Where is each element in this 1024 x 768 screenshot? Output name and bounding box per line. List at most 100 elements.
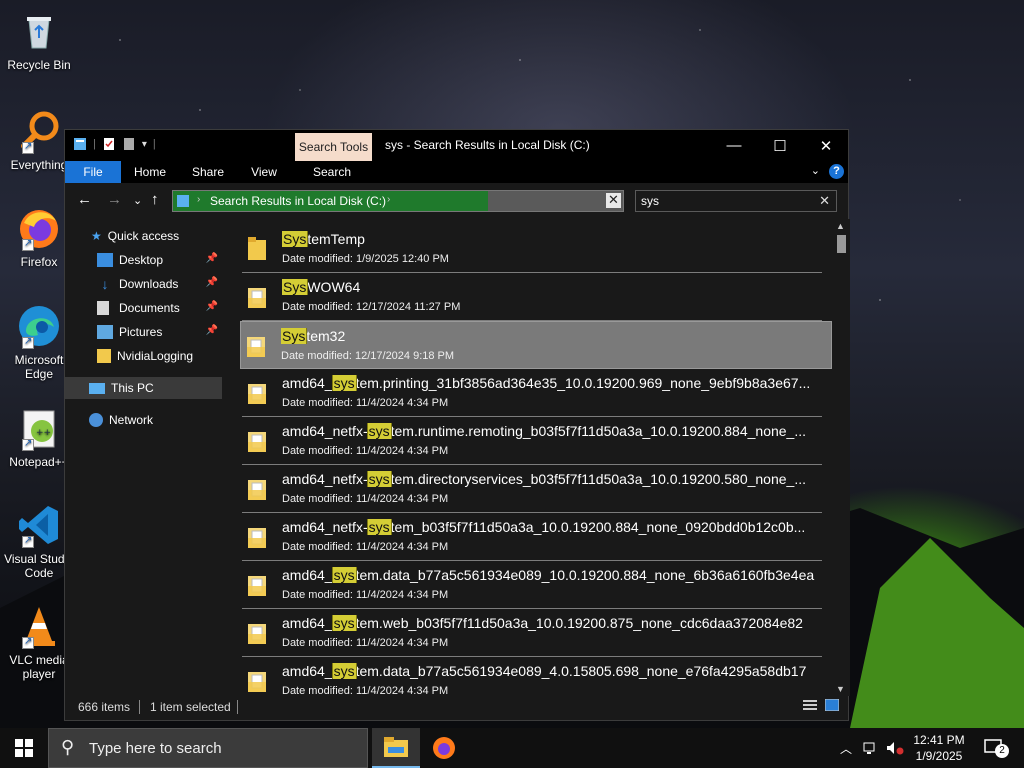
address-path: Search Results in Local Disk (C:) (210, 194, 387, 208)
show-hidden-icons-chevron-icon[interactable]: ︿ (836, 728, 856, 768)
notification-count-badge: 2 (995, 744, 1009, 758)
scrollbar-thumb[interactable] (837, 235, 846, 253)
expand-ribbon-icon[interactable]: ⌄ (811, 164, 820, 177)
customize-toolbar-icon[interactable]: ▾ (142, 139, 147, 150)
vscode-icon (16, 502, 62, 548)
result-row[interactable]: amd64_system.web_b03f5f7f11d50a3a_10.0.1… (242, 609, 822, 657)
result-name-prefix: amd64_ (282, 615, 333, 631)
back-arrow-icon[interactable]: ← (77, 191, 92, 208)
address-bar[interactable]: › Search Results in Local Disk (C:) › ✕ (172, 190, 624, 212)
folder-with-document-icon (247, 620, 267, 646)
sidebar-item-network[interactable]: Network (65, 409, 222, 431)
scroll-down-icon[interactable]: ▼ (836, 684, 845, 694)
result-date-modified: Date modified: 11/4/2024 4:34 PM (282, 637, 449, 649)
file-explorer-icon (384, 737, 408, 757)
new-folder-icon[interactable] (122, 137, 136, 151)
start-button[interactable] (0, 728, 48, 768)
clear-search-icon[interactable]: ✕ (819, 193, 830, 209)
action-center-button[interactable]: 2 (978, 728, 1012, 768)
sidebar-item-this-pc[interactable]: This PC (65, 377, 222, 399)
tab-view[interactable]: View (241, 161, 287, 183)
taskbar-clock[interactable]: 12:41 PM 1/9/2025 (906, 732, 972, 764)
details-view-icon[interactable] (803, 699, 817, 714)
sidebar-item-documents[interactable]: Documents 📌 (65, 297, 222, 319)
search-term-highlight: sys (366, 519, 392, 535)
search-term-highlight: sys (331, 615, 357, 631)
sidebar-item-pictures[interactable]: Pictures 📌 (65, 321, 222, 343)
shortcut-arrow-icon (22, 237, 34, 251)
result-name-prefix: amd64_netfx- (282, 471, 368, 487)
search-tools-contextual-tab[interactable]: Search Tools (295, 133, 372, 161)
tab-file[interactable]: File (65, 161, 121, 183)
up-arrow-icon[interactable]: ↑ (151, 191, 159, 208)
result-date-modified: Date modified: 11/4/2024 4:34 PM (282, 397, 449, 409)
forward-arrow-icon[interactable]: → (107, 191, 122, 208)
shortcut-arrow-icon (22, 635, 34, 649)
result-row[interactable]: amd64_netfx-system.directoryservices_b03… (242, 465, 822, 513)
minimize-button[interactable]: — (711, 130, 757, 161)
maximize-button[interactable]: ☐ (757, 130, 803, 161)
properties-icon[interactable] (102, 137, 116, 151)
breadcrumb-chevron-icon: › (197, 194, 201, 205)
result-row[interactable]: SystemTemp Date modified: 1/9/2025 12:40 … (242, 225, 822, 273)
recent-locations-chevron-icon[interactable]: ⌄ (133, 194, 142, 207)
taskbar-firefox[interactable] (420, 728, 468, 768)
search-box[interactable]: ✕ (635, 190, 837, 212)
result-name-suffix: WOW64 (307, 279, 361, 295)
help-icon[interactable]: ? (829, 164, 844, 179)
result-row[interactable]: amd64_netfx-system_b03f5f7f11d50a3a_10.0… (242, 513, 822, 561)
search-input[interactable] (636, 191, 811, 211)
taskbar-file-explorer[interactable] (372, 728, 420, 768)
search-term-highlight: Sys (281, 328, 308, 344)
notepad-plus-plus-icon: ++ (16, 405, 62, 451)
search-icon: ⚲ (61, 737, 75, 757)
status-bar: 666 items 1 item selected (65, 694, 848, 720)
folder-with-document-icon (247, 428, 267, 454)
close-button[interactable]: ✕ (803, 130, 849, 161)
large-icons-view-icon[interactable] (824, 698, 840, 714)
result-date-modified: Date modified: 11/4/2024 4:34 PM (282, 445, 449, 457)
tab-search[interactable]: Search (309, 161, 355, 183)
star-icon: ★ (91, 229, 102, 243)
tab-share[interactable]: Share (185, 161, 231, 183)
result-date-modified: Date modified: 11/4/2024 4:34 PM (282, 589, 449, 601)
title-bar[interactable]: | ▾ | Search Tools sys - Search Results … (65, 130, 848, 161)
sidebar-item-label: Downloads (119, 277, 179, 291)
vertical-scrollbar[interactable]: ▲ ▼ (833, 219, 850, 696)
result-date-modified: Date modified: 12/17/2024 11:27 PM (282, 301, 461, 313)
taskbar-search-box[interactable]: ⚲ Type here to search (48, 728, 368, 768)
everything-search-icon (16, 108, 62, 154)
result-row[interactable]: amd64_system.data_b77a5c561934e089_4.0.1… (242, 657, 822, 696)
firefox-icon (433, 737, 455, 759)
documents-icon (97, 301, 109, 315)
search-term-highlight: sys (331, 567, 357, 583)
network-tray-icon[interactable] (860, 728, 882, 768)
volume-muted-icon[interactable] (884, 728, 906, 768)
taskbar-search-placeholder: Type here to search (89, 740, 222, 757)
pictures-icon (97, 325, 113, 339)
result-row[interactable]: amd64_system.data_b77a5c561934e089_10.0.… (242, 561, 822, 609)
vlc-cone-icon (16, 603, 62, 649)
result-date-modified: Date modified: 1/9/2025 12:40 PM (282, 253, 449, 265)
sidebar-item-nvidialogging[interactable]: NvidiaLogging (65, 345, 222, 367)
scroll-up-icon[interactable]: ▲ (836, 221, 845, 231)
folder-with-document-icon (247, 284, 267, 310)
result-row[interactable]: amd64_system.printing_31bf3856ad364e35_1… (242, 369, 822, 417)
result-row[interactable]: amd64_netfx-system.runtime.remoting_b03f… (242, 417, 822, 465)
result-row[interactable]: SysWOW64 Date modified: 12/17/2024 11:27 … (242, 273, 822, 321)
sidebar-item-label: Documents (119, 301, 180, 315)
stop-search-icon[interactable]: ✕ (606, 193, 621, 208)
sidebar-item-desktop[interactable]: Desktop 📌 (65, 249, 222, 271)
computer-icon (89, 382, 105, 394)
sidebar-item-downloads[interactable]: ↓ Downloads 📌 (65, 273, 222, 295)
downloads-arrow-icon: ↓ (101, 276, 109, 292)
tab-home[interactable]: Home (125, 161, 175, 183)
result-row[interactable]: System32 Date modified: 12/17/2024 9:18 P… (240, 321, 832, 369)
search-results-location-icon (176, 194, 190, 213)
sidebar-item-quick-access[interactable]: ★ Quick access (65, 225, 222, 247)
desktop-icon-recycle-bin[interactable]: Recycle Bin (4, 8, 74, 72)
folder-with-document-icon (247, 380, 267, 406)
result-name-prefix: amd64_ (282, 663, 333, 679)
navigation-bar: ← → ⌄ ↑ › Search Results in Local Disk (… (65, 183, 848, 219)
pin-icon: 📌 (205, 277, 218, 288)
